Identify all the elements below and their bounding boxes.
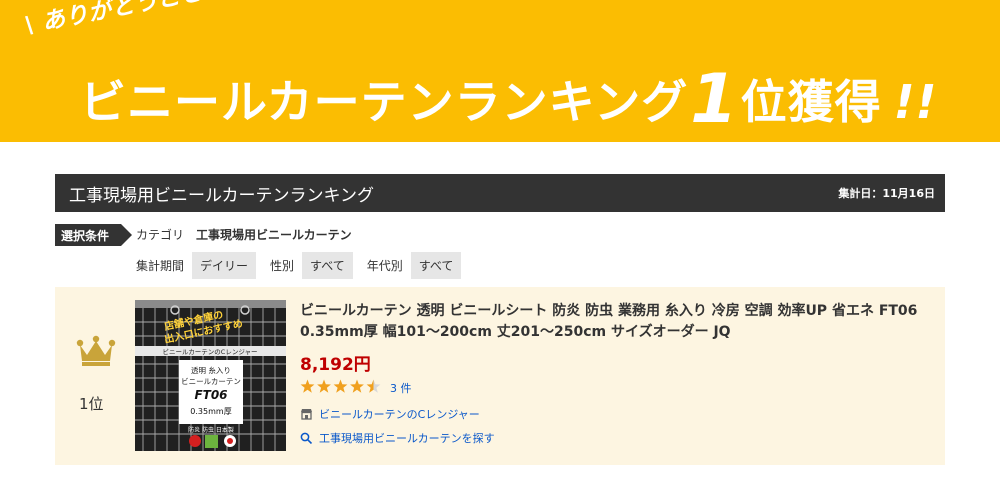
conditions-tag: 選択条件: [55, 224, 132, 246]
ranking-title: 工事現場用ビニールカーテンランキング: [69, 185, 374, 206]
ranking-date: 集計日：11月16日: [838, 187, 935, 200]
headline-exclamation: !!: [893, 75, 938, 129]
product-name-link[interactable]: ビニールカーテン 透明 ビニールシート 防炎 防虫 業務用 糸入り 冷房 空調 …: [300, 301, 940, 343]
banner-headline: ビニールカーテンランキング1位獲得!!: [80, 62, 938, 136]
gender-label: 性別: [270, 259, 295, 273]
headline-number: 1: [690, 60, 739, 139]
age-chip[interactable]: すべて: [410, 252, 462, 279]
shop-link-label: ビニールカーテンのCレンジャー: [319, 408, 480, 421]
image-thickness: 0.35mm厚: [190, 407, 231, 416]
review-count-link[interactable]: 3 件: [390, 380, 412, 396]
rating-row: 3 件: [300, 379, 940, 397]
period-chip[interactable]: デイリー: [192, 252, 257, 279]
search-link-label: 工事現場用ビニールカーテンを探す: [319, 432, 495, 445]
shop-icon: [301, 409, 312, 420]
category-value: 工事現場用ビニールカーテン: [196, 228, 352, 242]
image-label-2: ビニールカーテン: [181, 377, 241, 386]
category-label: カテゴリ: [136, 228, 185, 242]
search-icon: [300, 432, 313, 444]
thanks-text: \ ありがとうございます /: [22, 0, 293, 40]
filter-row: 集計期間 デイリー 性別 すべて 年代別 すべて: [136, 252, 475, 279]
thanks-label: ありがとうございます: [39, 0, 276, 36]
shop-link[interactable]: ビニールカーテンのCレンジャー: [300, 406, 940, 422]
period-label: 集計期間: [136, 259, 185, 273]
product-image[interactable]: 店舗や倉庫の 出入口におすすめ ビニールカーテンのCレンジャー 透明 糸入り ビ…: [135, 300, 286, 451]
image-label-1: 透明 糸入り: [191, 365, 231, 375]
search-link[interactable]: 工事現場用ビニールカーテンを探す: [300, 430, 940, 446]
ranking-item: 1位 店舗や倉庫の 出入口におすすめ ビニールカーテンのCレンジャー 透明 糸入…: [55, 287, 945, 465]
image-badge-text: 防炎 防虫 日本製: [188, 426, 234, 434]
headline-rank: 位獲得: [740, 75, 882, 129]
image-model: FT06: [194, 388, 227, 402]
product-info: ビニールカーテン 透明 ビニールシート 防炎 防虫 業務用 糸入り 冷房 空調 …: [300, 301, 940, 446]
age-label: 年代別: [366, 259, 403, 273]
star-rating: [300, 379, 382, 397]
gender-chip[interactable]: すべて: [302, 252, 353, 279]
stars-icon: [300, 379, 381, 393]
headline-main: ビニールカーテンランキング: [80, 75, 689, 129]
top-banner: \ ありがとうございます / ビニールカーテンランキング1位獲得!!: [0, 0, 1000, 142]
image-band-text: ビニールカーテンのCレンジャー: [162, 347, 257, 356]
conditions-tag-label: 選択条件: [61, 228, 110, 243]
crown-icon: [71, 335, 121, 371]
rank-number: 1位: [79, 395, 104, 413]
category-row: カテゴリ 工事現場用ビニールカーテン: [136, 226, 352, 243]
product-price: 8,192円: [300, 355, 371, 375]
ranking-header: 工事現場用ビニールカーテンランキング 集計日：11月16日: [55, 174, 945, 212]
